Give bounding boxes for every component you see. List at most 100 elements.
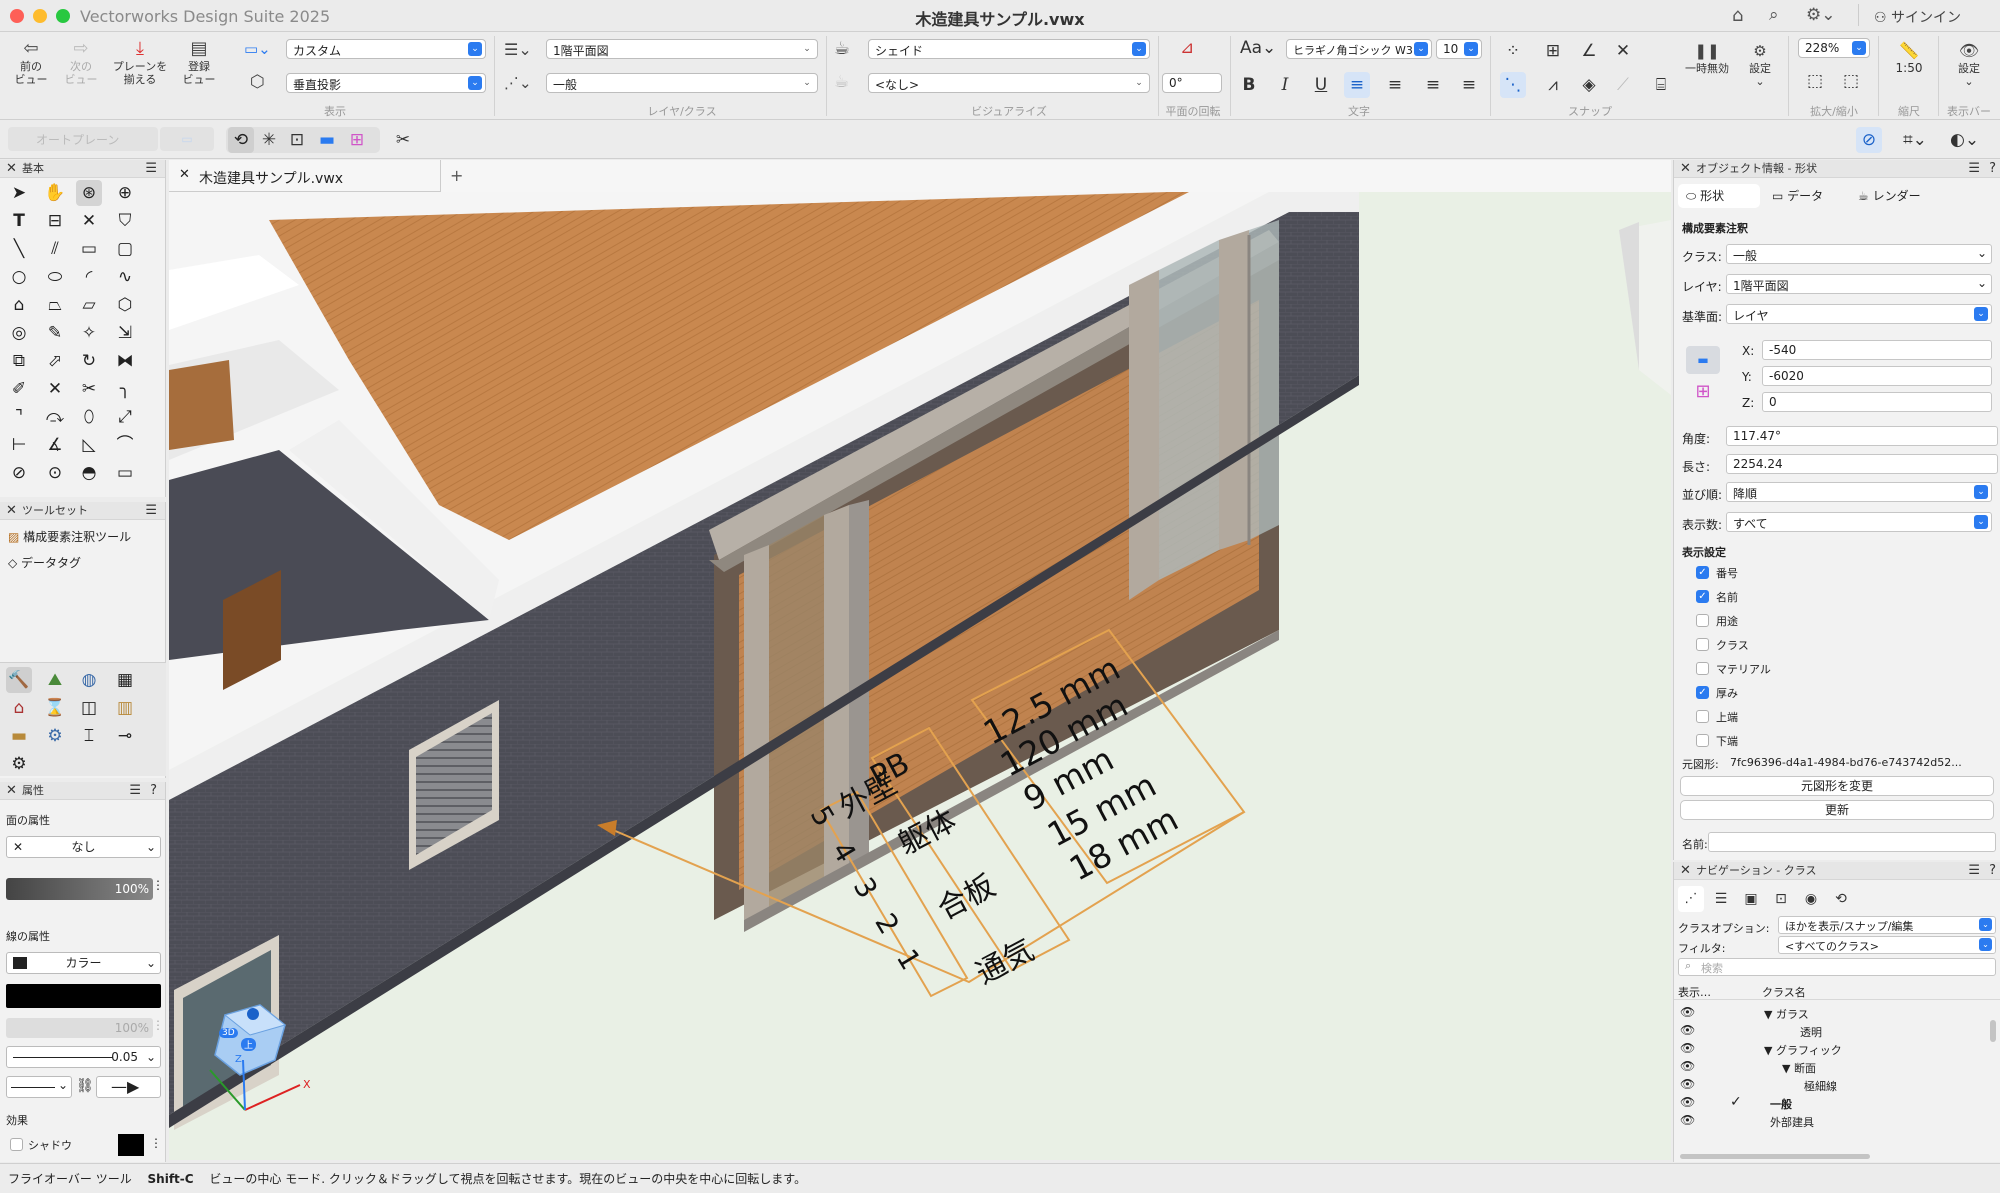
marker-tool-icon[interactable]: ⊙ [42,460,68,486]
dims-toolset-icon[interactable]: ▥ [112,695,138,721]
visibility-tool-icon[interactable]: ⇲ [112,320,138,346]
axis-mode-icon[interactable]: ✳ [256,127,282,153]
building-shell-toolset-icon[interactable]: ▦ [112,667,138,693]
snap-angle-icon[interactable]: ∠ [1576,38,1602,64]
eye-icon[interactable]: 👁 [1680,1059,1695,1073]
more-icon[interactable]: ⋮ [150,1136,162,1150]
snap-plane-icon[interactable]: ⌸ [1648,72,1674,98]
class-icon[interactable]: ⋰⌄ [504,74,532,92]
protractor-tool-icon[interactable]: ◓ [76,460,102,486]
drawing-canvas[interactable]: 54321 PB 躯体 合板 通気 外壁 12.5 mm 120 mm 9 mm… [169,160,1671,1160]
selection-tool-icon[interactable]: ➤ [6,180,32,206]
justify-icon[interactable]: ≡ [1456,72,1482,98]
classes-tab-icon[interactable]: ⋰ [1678,886,1704,912]
oval-tool-icon[interactable]: ⬭ [42,264,68,290]
lighting-select[interactable]: <なし> ⌄ [868,73,1150,93]
close-tab-icon[interactable]: ✕ [179,167,190,182]
close-icon[interactable]: ✕ [6,782,17,800]
viewports-tab-icon[interactable]: ⊡ [1768,886,1794,912]
dimension-link-tool-icon[interactable]: ⤢ [112,404,138,430]
bold-icon[interactable]: B [1236,72,1262,98]
next-view-button[interactable]: ⇨ 次の ビュー [58,38,104,86]
radius-tool-icon[interactable]: ⊘ [6,460,32,486]
align-right-icon[interactable]: ≡ [1420,72,1446,98]
checkbox-material[interactable] [1696,662,1709,675]
view-cube[interactable]: 3D 上 X Z [185,1000,325,1120]
dimension-tool-icon[interactable]: ⊢ [6,432,32,458]
align-left-icon[interactable]: ≡ [1344,72,1370,98]
lighting-icon[interactable]: ☕ [834,72,849,92]
close-icon[interactable]: ✕ [1680,862,1691,880]
annotation-toolset-icon[interactable]: 🔨 [6,667,32,693]
paint-tool-icon[interactable]: ✐ [6,376,32,402]
line-opacity-slider[interactable]: 100% [6,1018,153,1038]
text-tool-icon[interactable]: T [6,208,32,234]
view-select[interactable]: カスタム ⌄ [286,39,486,59]
checkbox-bottom[interactable] [1696,734,1709,747]
eye-icon[interactable]: 👁 [1680,1077,1695,1091]
symbol-tool-icon[interactable]: ⛉ [112,208,138,234]
signin-button[interactable]: ⚇ サインイン [1874,7,1961,27]
name-input[interactable] [1708,832,1996,852]
zoom-tool-icon[interactable]: ⊕ [112,180,138,206]
align-plane-button[interactable]: ⤓ プレーンを 揃える [108,38,172,86]
class-select[interactable]: 一般 ⌄ [1726,244,1992,264]
arrowhead-select[interactable]: —▶ [96,1076,161,1098]
reshape-tool-icon[interactable]: ⧉ [6,348,32,374]
beam-toolset-icon[interactable]: ⌶ [76,723,102,749]
grid-origin-icon[interactable]: ⊞ [1686,378,1720,406]
shadow-color-swatch[interactable] [118,1134,144,1156]
double-line-tool-icon[interactable]: ⫽ [42,236,68,262]
fit-to-window-icon[interactable]: ⬚ [1802,68,1828,94]
x-input[interactable]: -540 [1762,340,1992,360]
class-select[interactable]: 一般 ⌄ [546,73,818,93]
freehand-tool-icon[interactable]: ∿ [112,264,138,290]
change-source-button[interactable]: 元図形を変更 [1680,776,1994,796]
class-search-input[interactable]: ⌕ 検索 [1678,958,1996,976]
z-input[interactable]: 0 [1762,392,1992,412]
toolset-item-component-annotation[interactable]: ▨ 構成要素注釈ツール [8,528,131,545]
projection-select[interactable]: 垂直投影 ⌄ [286,73,486,93]
working-plane-button[interactable]: ▭ [160,127,214,151]
class-row[interactable]: 👁 極細線 [1674,1076,1994,1094]
regular-polygon-tool-icon[interactable]: ⬡ [112,292,138,318]
slope-tool-icon[interactable]: ◺ [76,432,102,458]
checkbox-usage[interactable] [1696,614,1709,627]
arc-tool-icon[interactable]: ◜ [76,264,102,290]
teapot-render-icon[interactable]: ☕ [834,38,850,59]
new-tab-icon[interactable]: + [450,166,463,185]
snap-settings-button[interactable]: ⚙ 設定 ⌄ [1738,40,1782,88]
class-row[interactable]: 👁 透明 [1674,1022,1994,1040]
split-tool-icon[interactable]: ✕ [42,376,68,402]
tab-render[interactable]: ☕ レンダー [1850,184,1940,208]
snap-intersection-icon[interactable]: ✕ [1610,38,1636,64]
saved-view-button[interactable]: ▤ 登録 ビュー [176,38,222,86]
eyedropper-tool-icon[interactable]: ✎ [42,320,68,346]
circle-tool-icon[interactable]: ○ [6,264,32,290]
gear-icon[interactable]: ⚙⌄ [1806,5,1835,25]
fit-to-objects-icon[interactable]: ⬚ [1838,68,1864,94]
rounded-rect-tool-icon[interactable]: ▢ [112,236,138,262]
flyover-tool-icon[interactable]: ⊛ [76,180,102,206]
text-style-icon[interactable]: Aa⌄ [1240,38,1276,58]
globe-toolset-icon[interactable]: ◍ [76,667,102,693]
snap-distance-icon[interactable]: ⋱ [1500,72,1526,98]
tab-data[interactable]: ▭ データ [1764,184,1846,208]
arc-dim-tool-icon[interactable]: ⌒ [112,432,138,458]
class-options-select[interactable]: ほかを表示/スナップ/編集 ⌄ [1778,916,1996,934]
close-icon[interactable]: ✕ [6,502,17,520]
view-plane-icon[interactable]: ▭⌄ [244,40,271,58]
help-icon[interactable]: ? [1989,862,1996,880]
column-header-class-name[interactable]: クラス名 [1762,984,1806,1000]
fillet-tool-icon[interactable]: ╮ [112,376,138,402]
wand-tool-icon[interactable]: ✧ [76,320,102,346]
plane-select[interactable]: レイヤ ⌄ [1726,304,1992,324]
close-icon[interactable]: ✕ [6,160,17,178]
italic-icon[interactable]: I [1272,72,1298,98]
view-angle-icon[interactable]: ⌗⌄ [1902,127,1928,153]
locus-tool-icon[interactable]: ✕ [76,208,102,234]
pause-snap-button[interactable]: ❚❚ 一時無効 [1682,40,1732,75]
class-row[interactable]: 👁 ▼ グラフィック [1674,1040,1994,1058]
callout-tool-icon[interactable]: ⊟ [42,208,68,234]
filter-select[interactable]: <すべてのクラス> ⌄ [1778,936,1996,954]
